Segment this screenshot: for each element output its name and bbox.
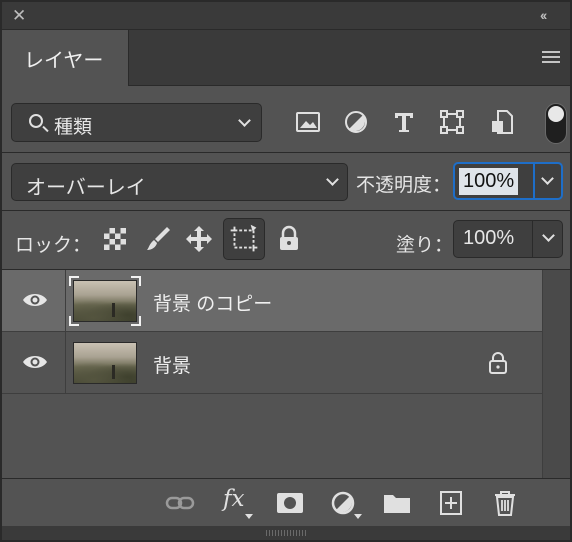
bottom-toolbar: fx [2, 478, 570, 526]
layer-row[interactable]: 背景 のコピー [2, 270, 542, 332]
blend-mode-label: オーバーレイ [26, 177, 146, 199]
opacity-label: 不透明度： [356, 175, 452, 196]
fill-value[interactable]: 100% [463, 227, 514, 250]
tab-row: レイヤー [2, 30, 570, 86]
lock-icon [489, 352, 507, 374]
blend-mode-select[interactable]: オーバーレイ [11, 163, 348, 201]
layer-thumbnail[interactable] [73, 280, 137, 322]
filter-shape-icon[interactable] [439, 109, 465, 135]
new-layer-icon[interactable] [436, 489, 466, 517]
layer-style-fx-icon[interactable]: fx [223, 486, 244, 512]
close-icon[interactable]: ✕ [12, 7, 28, 24]
filter-adjustment-icon[interactable] [343, 109, 369, 135]
lock-label: ロック： [15, 235, 92, 256]
layers-panel: ✕ ‹‹ レイヤー 種類 オーバーレイ 不透明度： 100% ロック： 塗り： … [0, 0, 572, 542]
layer-row[interactable]: 背景 [2, 332, 542, 394]
filter-smart-object-icon[interactable] [489, 109, 515, 135]
layer-name[interactable]: 背景 [153, 351, 191, 378]
opacity-value[interactable]: 100% [459, 168, 519, 195]
filter-type-icon[interactable] [391, 109, 417, 135]
eye-icon[interactable] [22, 354, 48, 370]
filter-image-icon[interactable] [295, 109, 321, 135]
add-mask-icon[interactable] [275, 489, 305, 517]
lock-all-icon[interactable] [274, 224, 304, 254]
layers-scrollbar[interactable] [542, 270, 570, 478]
eye-icon[interactable] [22, 292, 48, 308]
panel-menu-icon[interactable] [542, 51, 560, 65]
opacity-field[interactable]: 100% [453, 162, 563, 200]
filter-kind-select[interactable]: 種類 [11, 103, 262, 142]
lock-image-pixels-icon[interactable] [143, 224, 173, 254]
lock-artboard-icon[interactable] [223, 218, 265, 260]
chevron-down-icon [238, 114, 251, 127]
search-icon [29, 114, 43, 128]
delete-layer-trash-icon[interactable] [490, 489, 520, 517]
divider [2, 210, 570, 211]
collapse-panel-icon[interactable]: ‹‹ [540, 7, 556, 23]
visibility-cell[interactable] [2, 332, 66, 394]
link-layers-icon[interactable] [165, 489, 195, 517]
panel-resize-grip[interactable] [2, 526, 570, 540]
layer-name[interactable]: 背景 のコピー [153, 289, 272, 316]
fill-chevron-down-icon[interactable] [542, 229, 555, 242]
tab-layers[interactable]: レイヤー [2, 30, 129, 86]
adjustment-menu-triangle-icon [354, 514, 362, 519]
tab-label: レイヤー [24, 50, 104, 72]
new-adjustment-layer-icon[interactable] [329, 489, 359, 517]
new-group-folder-icon[interactable] [382, 489, 412, 517]
chevron-down-icon [326, 173, 339, 186]
visibility-cell[interactable] [2, 270, 66, 332]
opacity-chevron-down-icon[interactable] [541, 172, 554, 185]
fill-label: 塗り： [396, 235, 454, 256]
filter-toggle-switch[interactable] [545, 103, 567, 144]
panel-titlebar: ✕ ‹‹ [2, 2, 570, 30]
divider [2, 152, 570, 153]
lock-transparent-pixels-icon[interactable] [100, 224, 130, 254]
lock-position-icon[interactable] [184, 224, 214, 254]
fx-menu-triangle-icon [245, 514, 253, 519]
layers-list: 背景 のコピー 背景 [2, 270, 542, 478]
filter-kind-label: 種類 [54, 117, 93, 138]
fill-field[interactable]: 100% [453, 220, 563, 258]
layer-thumbnail[interactable] [73, 342, 137, 384]
